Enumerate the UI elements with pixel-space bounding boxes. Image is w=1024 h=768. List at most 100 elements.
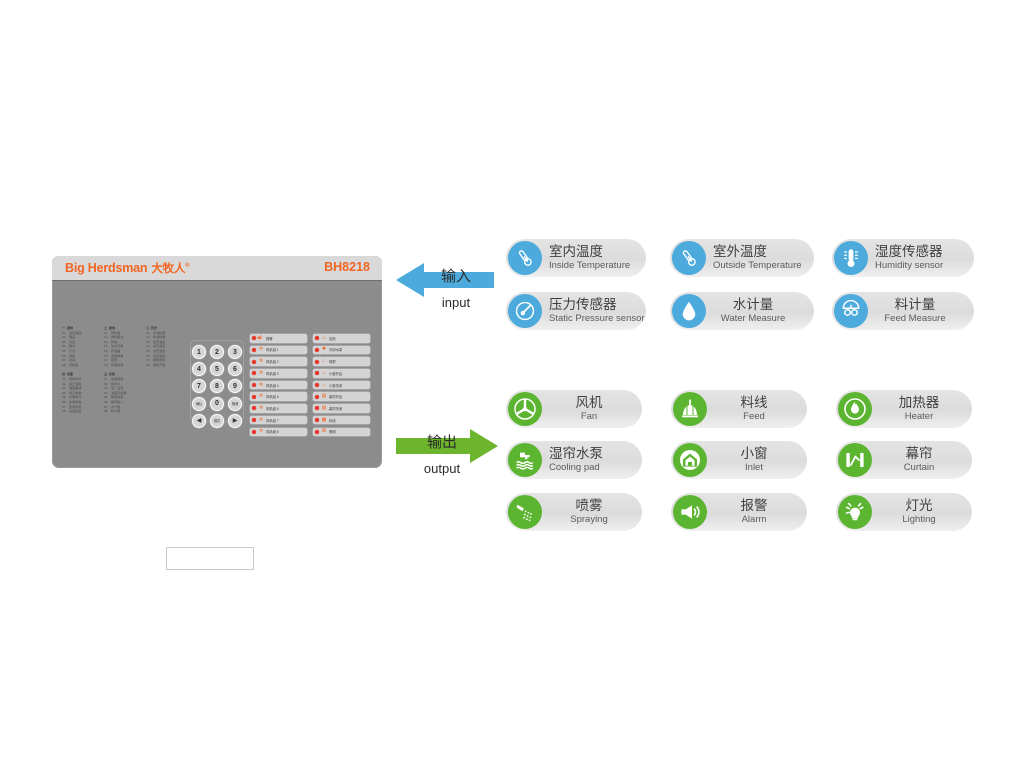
card-spraying[interactable]: 喷雾 Spraying <box>506 493 642 531</box>
card-text: 灯光 Lighting <box>876 499 962 524</box>
card-text: 料线 Feed <box>711 396 797 421</box>
indicator-heating: ♨ 加热 <box>313 334 370 343</box>
key-mode[interactable]: 模式 <box>210 413 224 428</box>
menu-item-label: 目标温度 <box>69 330 82 335</box>
menu-lower-groups: 四. 设置 31 更新时间 32 窗口温度 33 温度曲线 34 窗口体重 35 水量单元… <box>62 372 182 413</box>
menu-item-label: 同机组 <box>111 330 121 335</box>
card-label-cn: 幕帘 <box>905 446 933 462</box>
fan-icon: ✲ <box>258 416 264 423</box>
menu-item: 68 料计量 <box>104 409 140 414</box>
card-label-en: Inside Temperature <box>549 259 631 271</box>
card-lighting[interactable]: 灯光 Lighting <box>836 493 972 531</box>
indicator-fan-group-3: ✲ 风机组 3 <box>250 369 307 378</box>
led <box>315 394 319 399</box>
card-fan[interactable]: 风机 Fan <box>506 390 642 428</box>
card-label-cn: 室内温度 <box>549 244 603 260</box>
key-4[interactable]: 4 <box>192 362 206 377</box>
indicator-label: 风机组 7 <box>266 418 279 423</box>
key-right-arrow[interactable]: ▶ <box>228 413 242 428</box>
card-static-pressure-sensor[interactable]: 压力传感器 Static Pressure sensor <box>506 292 646 330</box>
fan-icon: ✲ <box>258 369 264 376</box>
key-1[interactable]: 1 <box>192 345 206 359</box>
menu-item-label: 制冷 <box>69 344 76 349</box>
card-label-en: Alarm <box>741 513 767 525</box>
light-icon: ❂ <box>321 428 327 435</box>
controller-device: Big Herdsman 大牧人® BH8218 一. 控制 01 目标温度 02 湿… <box>52 256 382 570</box>
card-label-cn: 灯光 <box>905 498 933 514</box>
indicator-fan-group-7: ✲ 风机组 7 <box>250 415 307 425</box>
keypad-row: ◀ 模式 ▶ <box>191 413 243 428</box>
card-label-cn: 料计量 <box>894 297 936 313</box>
flame-icon: ♨ <box>321 334 327 341</box>
card-text: 压力传感器 Static Pressure sensor <box>549 298 645 323</box>
key-cancel[interactable]: 取消 <box>228 396 242 411</box>
indicator-inlet-close: ⌂ 小窗关闭 <box>313 380 370 390</box>
inlet-house-icon <box>673 443 707 477</box>
input-arrow <box>396 262 494 298</box>
indicator-fan-group-2: ✲ 风机组 2 <box>250 357 307 366</box>
key-left-arrow[interactable]: ◀ <box>192 413 206 428</box>
menu-upper-groups: 一. 控制 01 目标温度 02 湿度 03 负压 04 制冷 05 灯光 06 饲料 07… <box>62 326 182 367</box>
menu-item-index: 28 <box>146 362 150 367</box>
card-feed[interactable]: 料线 Feed <box>671 390 807 428</box>
menu-item-label: 生长日龄 <box>111 344 124 349</box>
faucet-water-icon <box>508 443 542 477</box>
card-text: 湿度传感器 Humidity sensor <box>875 245 943 270</box>
led <box>315 429 319 434</box>
led <box>252 394 256 399</box>
menu-item-label: 饲料 <box>69 353 76 358</box>
inlet-open-icon: ⌂ <box>322 369 326 376</box>
card-outside-temperature[interactable]: 室外温度 Outside Temperature <box>670 239 814 277</box>
key-2[interactable]: 2 <box>210 345 224 359</box>
indicator-label: 照明 <box>329 430 336 435</box>
indicator-label: 报警 <box>266 336 273 341</box>
flame-icon <box>838 392 872 426</box>
card-water-measure[interactable]: 水计量 Water Measure <box>670 292 814 330</box>
key-0[interactable]: 0 <box>210 396 224 411</box>
led <box>315 406 319 411</box>
card-text: 湿帘水泵 Cooling pad <box>549 447 603 472</box>
card-curtain[interactable]: 幕帘 Curtain <box>836 441 972 479</box>
card-inside-temperature[interactable]: 室内温度 Inside Temperature <box>506 239 646 277</box>
menu-group-query: 二. 查询 11 同机组 12 同机模式 13 时钟 14 生长日龄 15 折音曲 16 活… <box>104 326 140 367</box>
card-heater[interactable]: 加热器 Heater <box>836 390 972 428</box>
feed-icon <box>673 392 707 426</box>
keypad[interactable]: 1 2 3 4 5 6 7 8 9 确认 0 取消 ◀ 模式 ▶ <box>190 340 244 428</box>
output-arrow-shape <box>396 429 498 463</box>
key-9[interactable]: 9 <box>228 379 242 394</box>
card-label-en: Feed <box>743 410 765 422</box>
keypad-row: 7 8 9 <box>191 379 243 394</box>
menu-item-label: 料消耗量 <box>153 335 166 340</box>
key-confirm[interactable]: 确认 <box>192 396 206 411</box>
card-label-cn: 压力传感器 <box>549 297 617 313</box>
menu-item-label: 水消耗量 <box>153 330 166 335</box>
card-label-en: Humidity sensor <box>875 259 944 271</box>
device-menu-legend: 一. 控制 01 目标温度 02 湿度 03 负压 04 制冷 05 灯光 06 饲料 07… <box>62 326 182 414</box>
card-label-cn: 喷雾 <box>575 498 603 514</box>
device-header: Big Herdsman 大牧人® BH8218 <box>52 256 382 281</box>
menu-item-label: 报警开始 <box>153 362 166 367</box>
key-5[interactable]: 5 <box>210 362 224 377</box>
key-8[interactable]: 8 <box>210 379 224 394</box>
led <box>315 359 319 364</box>
key-6[interactable]: 6 <box>228 362 242 377</box>
key-3[interactable]: 3 <box>228 345 242 359</box>
card-alarm[interactable]: 报警 Alarm <box>671 493 807 531</box>
card-humidity-sensor[interactable]: 湿度传感器 Humidity sensor <box>832 239 974 277</box>
menu-item: 08 风机组 <box>62 363 98 368</box>
menu-item: 28 报警开始 <box>146 363 182 368</box>
menu-item-label: 数字输入 <box>111 399 124 404</box>
indicator-label: 风机组 2 <box>266 360 279 365</box>
menu-item-label: 响音类型 <box>111 395 124 400</box>
alarm-horn-icon: ◀〉 <box>256 334 266 341</box>
pump-icon: ✹ <box>321 346 327 353</box>
card-label-en: Inlet <box>745 461 763 473</box>
led <box>252 418 256 423</box>
key-7[interactable]: 7 <box>192 379 206 394</box>
card-inlet[interactable]: 小窗 Inlet <box>671 441 807 479</box>
menu-item-index: 18 <box>104 362 108 367</box>
indicator-inlet-open: ⌂ 小窗开启 <box>313 369 370 378</box>
card-cooling-pad[interactable]: 湿帘水泵 Cooling pad <box>506 441 642 479</box>
card-feed-measure[interactable]: 料计量 Feed Measure <box>832 292 974 330</box>
led <box>252 406 256 411</box>
